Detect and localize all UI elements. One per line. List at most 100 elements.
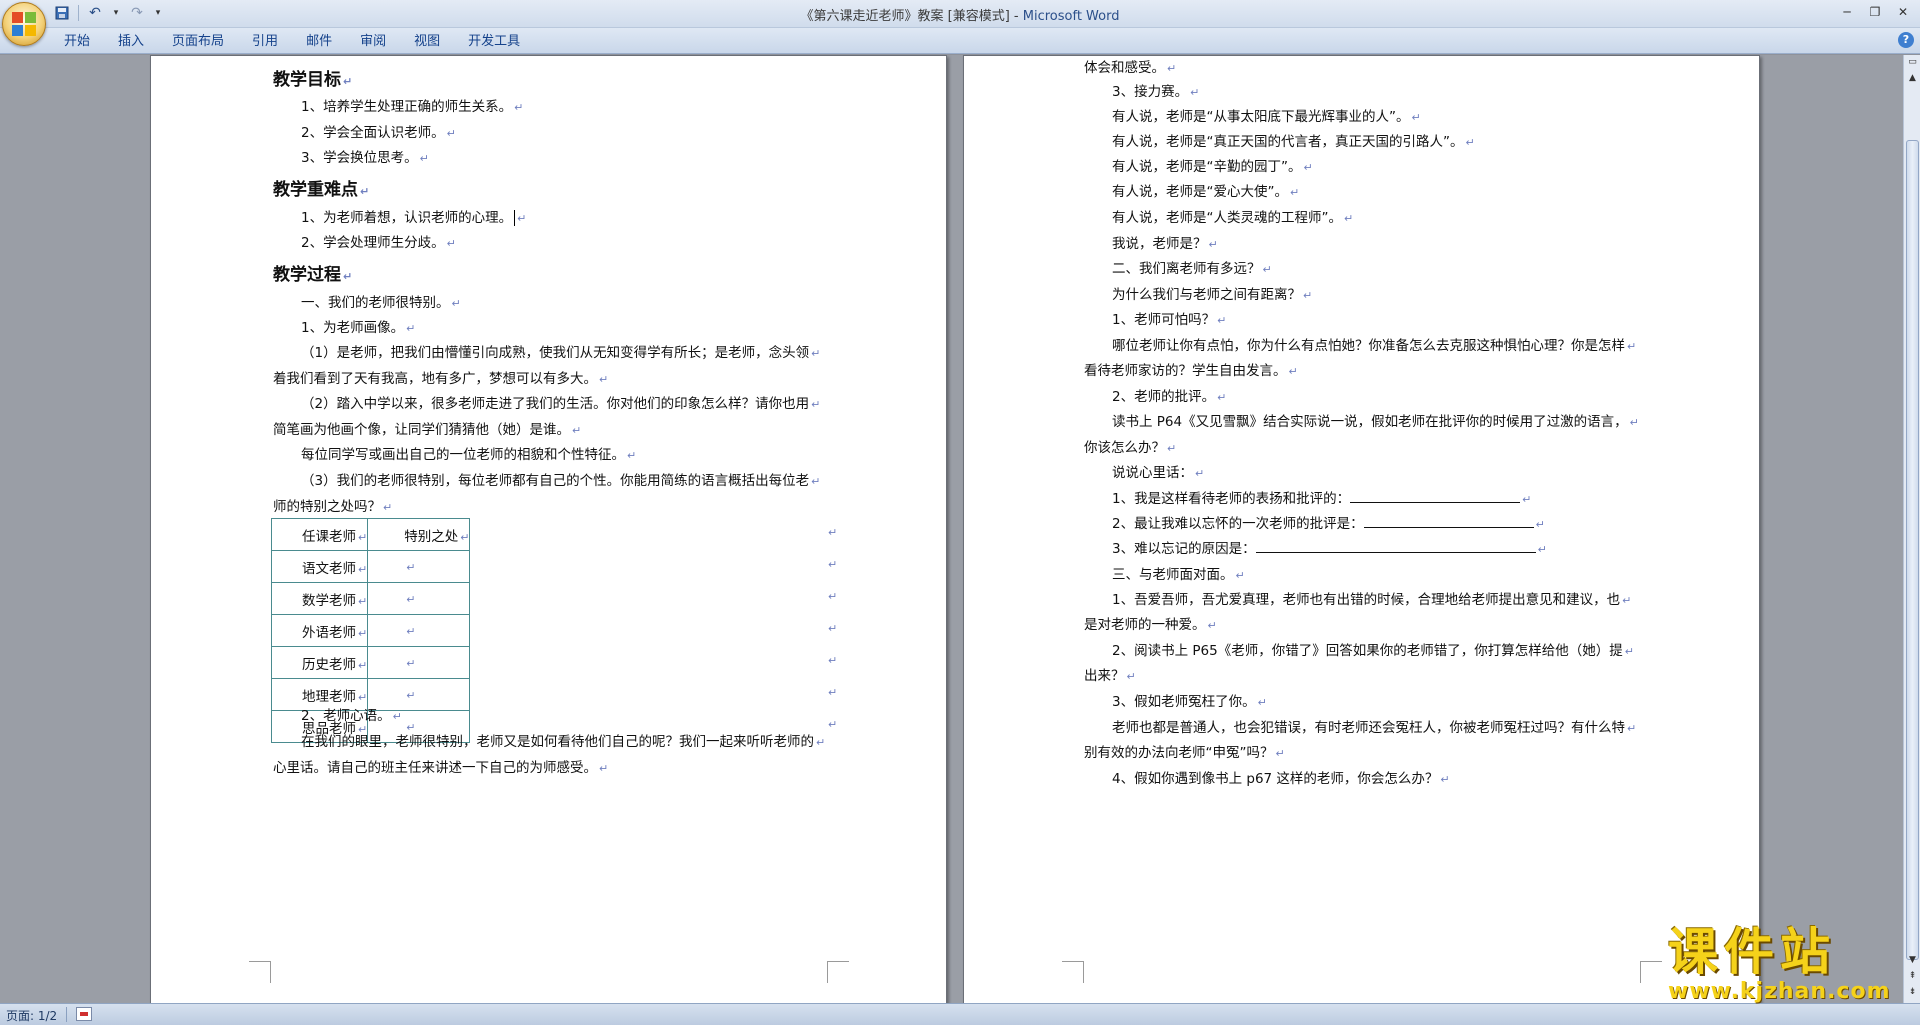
scroll-down-icon[interactable]: ▼: [1905, 953, 1920, 968]
line-text: 教学目标: [273, 70, 341, 90]
table-cell-subject[interactable]: 历史老师 ↵: [270, 646, 369, 679]
paragraph-mark-icon: ↵: [1288, 365, 1298, 378]
line-text: 哪位老师让你有点怕，你为什么有点怕她？你准备怎么去克服这种惧怕心理？你是怎样: [1112, 338, 1625, 354]
scroll-up-icon[interactable]: ▲: [1905, 71, 1920, 86]
table-cell-feature[interactable]: ↵: [367, 550, 471, 583]
page-count[interactable]: 页面: 1/2: [6, 1007, 57, 1024]
window-title: 《第六课走近老师》教案 [兼容模式] - Microsoft Word: [0, 5, 1920, 24]
row-end-mark-icon: ↵: [828, 590, 838, 603]
paragraph-line: 有人说，老师是“爱心大使”。 ↵: [1112, 180, 1299, 200]
line-text: 有人说，老师是“爱心大使”。: [1112, 184, 1288, 200]
line-text: 一、我们的老师很特别。: [301, 295, 450, 311]
fill-in-blank[interactable]: [1350, 491, 1521, 503]
proofing-status-icon[interactable]: [76, 1007, 92, 1021]
line-text: 1、吾爱吾师，吾尤爱真理，老师也有出错的时候，合理地给老师提出意见和建议，也: [1112, 592, 1621, 608]
line-text: 2、老师的批评。: [1112, 389, 1216, 405]
minimize-icon[interactable]: ─: [1834, 2, 1860, 22]
cell-mark-icon: ↵: [406, 624, 416, 638]
paragraph-mark-icon: ↵: [406, 322, 416, 335]
table-row: 历史老师 ↵ ↵: [270, 646, 471, 679]
fill-in-blank[interactable]: [1363, 516, 1534, 528]
line-text: 是对老师的一种爱。: [1084, 617, 1206, 633]
line-text: 2、老师心语。: [301, 708, 391, 724]
office-button[interactable]: [2, 2, 46, 46]
cell-mark-icon: ↵: [358, 626, 368, 640]
ribbon-tab[interactable]: 插入: [104, 32, 158, 52]
scrollbar-thumb[interactable]: [1906, 140, 1919, 960]
paragraph-line: 2、老师的批评。 ↵: [1112, 385, 1226, 405]
margin-corner-mark: [1640, 961, 1662, 983]
help-icon[interactable]: ?: [1898, 32, 1914, 48]
paragraph-line: 1、为老师画像。 ↵: [301, 316, 415, 336]
table-cell-subject[interactable]: 外语老师 ↵: [270, 614, 369, 647]
paragraph-line: 着我们看到了天有我高，地有多广，梦想可以有多大。 ↵: [273, 367, 608, 387]
table-cell-feature[interactable]: ↵: [367, 646, 471, 679]
office-logo-icon: [12, 12, 38, 38]
paragraph-line: 体会和感受。 ↵: [1084, 56, 1176, 76]
previous-page-icon[interactable]: ⇞: [1905, 969, 1920, 984]
paragraph-mark-icon: ↵: [451, 297, 461, 310]
paragraph-mark-icon: ↵: [811, 475, 821, 488]
line-text: 1、老师可怕吗？: [1112, 312, 1216, 328]
maximize-icon[interactable]: ❐: [1862, 2, 1888, 22]
paragraph-line: 有人说，老师是“真正天国的代言者，真正天国的引路人”。 ↵: [1112, 130, 1475, 150]
table-cell-subject[interactable]: 数学老师 ↵: [270, 582, 369, 615]
ribbon-tab[interactable]: 审阅: [346, 32, 400, 52]
paragraph-line: 有人说，老师是“人类灵魂的工程师”。 ↵: [1112, 206, 1353, 226]
paragraph-line: 3、学会换位思考。 ↵: [301, 146, 429, 166]
line-text: 别有效的办法向老师“申冤”吗？: [1084, 745, 1274, 761]
paragraph-mark-icon: ↵: [1257, 696, 1267, 709]
paragraph-line: 1、老师可怕吗？ ↵: [1112, 308, 1226, 328]
line-text: 2、学会全面认识老师。: [301, 125, 445, 141]
line-text: 简笔画为他画个像，让同学们猜猜他（她）是谁。: [273, 422, 570, 438]
paragraph-mark-icon: ↵: [1217, 314, 1227, 327]
ribbon-tab-bar: 开始 插入 页面布局 引用 邮件 审阅 视图 开发工具 ?: [0, 28, 1920, 54]
line-text: 二、我们离老师有多远？: [1112, 261, 1261, 277]
table-cell-feature[interactable]: 特别之处 ↵: [367, 518, 471, 551]
paragraph-mark-icon: ↵: [1217, 391, 1227, 404]
row-end-mark-icon: ↵: [828, 686, 838, 699]
table-cell-feature[interactable]: ↵: [367, 614, 471, 647]
ribbon-tab[interactable]: 引用: [238, 32, 292, 52]
line-text: 心里话。请自己的班主任来讲述一下自己的为师感受。: [273, 760, 597, 776]
cell-text: 语文老师: [302, 560, 356, 577]
paragraph-mark-icon: ↵: [419, 152, 429, 165]
paragraph-mark-icon: ↵: [599, 373, 609, 386]
page-2[interactable]: 体会和感受。 ↵ 3、接力赛。 ↵ 有人说，老师是“从事太阳底下最光辉事业的人”。 ↵ 有人…: [963, 55, 1760, 1003]
paragraph-mark-icon: ↵: [627, 449, 637, 462]
table-cell-feature[interactable]: ↵: [367, 582, 471, 615]
paragraph-line: 读书上 P64《又见雪飘》结合实际说一说，假如老师在批评你的时候用了过激的语言，…: [1112, 410, 1639, 430]
vertical-scrollbar[interactable]: ▭ ▲ ▼ ⇞ ⇟: [1903, 55, 1920, 1003]
fill-in-blank[interactable]: [1255, 541, 1536, 553]
paragraph-mark-icon: ↵: [1537, 543, 1547, 556]
ribbon-tab[interactable]: 邮件: [292, 32, 346, 52]
line-text: 有人说，老师是“从事太阳底下最光辉事业的人”。: [1112, 109, 1410, 125]
ribbon-tab[interactable]: 视图: [400, 32, 454, 52]
table-cell-subject[interactable]: 语文老师 ↵: [270, 550, 369, 583]
ribbon-tab[interactable]: 页面布局: [158, 32, 238, 52]
paragraph-line: 1、为老师着想，认识老师的心理。 ↵: [301, 206, 526, 226]
row-end-mark-icon: ↵: [828, 526, 838, 539]
paragraph-mark-icon: ↵: [360, 185, 370, 198]
paragraph-mark-icon: ↵: [1208, 238, 1218, 251]
line-text: 3、接力赛。: [1112, 84, 1189, 100]
next-page-icon[interactable]: ⇟: [1905, 985, 1920, 1000]
line-text: 1、为老师画像。: [301, 320, 405, 336]
line-text: 老师也都是普通人，也会犯错误，有时老师还会冤枉人，你被老师冤枉过吗？有什么特: [1112, 720, 1625, 736]
page-1[interactable]: 教学目标 ↵ 1、培养学生处理正确的师生关系。 ↵ 2、学会全面认识老师。 ↵ 3、学会换位…: [150, 55, 947, 1003]
line-text: 教学过程: [273, 265, 341, 285]
ruler-toggle-icon[interactable]: ▭: [1905, 55, 1920, 70]
close-icon[interactable]: ✕: [1890, 2, 1916, 22]
table-cell-subject[interactable]: 任课老师 ↵: [270, 518, 369, 551]
line-text: 2、最让我难以忘怀的一次老师的批评是：: [1112, 516, 1364, 532]
ribbon-tab[interactable]: 开发工具: [454, 32, 534, 52]
paragraph-line: 每位同学写或画出自己的一位老师的相貌和个性特征。 ↵: [301, 443, 636, 463]
section-heading: 教学目标 ↵: [273, 65, 352, 90]
cell-mark-icon: ↵: [358, 562, 368, 576]
paragraph-mark-icon: ↵: [1262, 263, 1272, 276]
paragraph-line: 在我们的眼里，老师很特别，老师又是如何看待他们自己的呢？我们一起来听听老师的 ↵: [301, 730, 825, 750]
paragraph-mark-icon: ↵: [1624, 645, 1634, 658]
paragraph-line: 1、培养学生处理正确的师生关系。 ↵: [301, 95, 523, 115]
ribbon-tab[interactable]: 开始: [50, 32, 104, 52]
paragraph-mark-icon: ↵: [383, 501, 393, 514]
